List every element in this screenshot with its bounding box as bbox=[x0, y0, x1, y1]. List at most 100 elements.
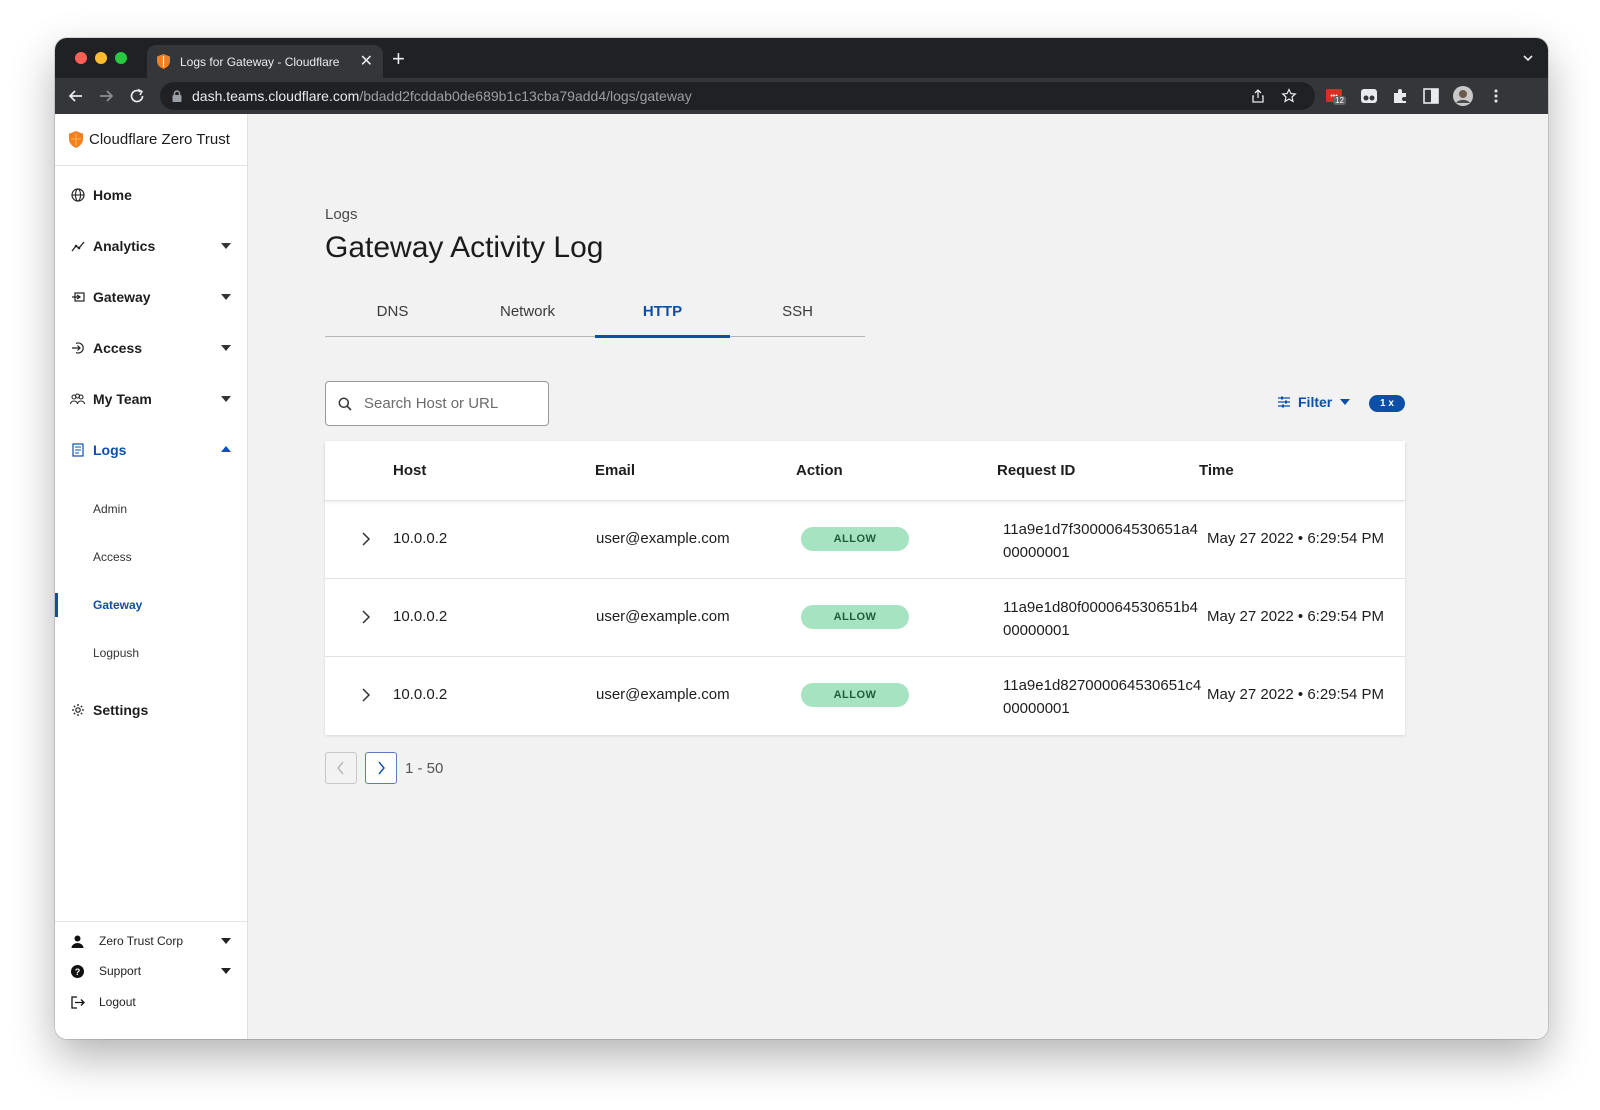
url-path: /bdadd2fcddab0de689b1c13cba79add4/logs/g… bbox=[359, 88, 692, 104]
sidebar-subitem-admin[interactable]: Admin bbox=[55, 497, 247, 521]
sidebar: Cloudflare Zero Trust Home Analytics Gat… bbox=[55, 114, 248, 1039]
browser-tab-active[interactable]: Logs for Gateway - Cloudflare ✕ bbox=[147, 45, 383, 78]
gear-icon bbox=[70, 703, 85, 718]
search-icon bbox=[338, 397, 352, 411]
cell-host: 10.0.0.2 bbox=[393, 608, 448, 625]
filter-sliders-icon bbox=[1278, 396, 1290, 408]
cell-host: 10.0.0.2 bbox=[393, 686, 448, 703]
chevron-right-icon[interactable] bbox=[359, 531, 373, 547]
maximize-window-button[interactable] bbox=[115, 52, 127, 64]
cell-request-id: 11a9e1d827000064530651c400000001 bbox=[1003, 677, 1202, 717]
sidebar-item-analytics[interactable]: Analytics bbox=[55, 232, 247, 260]
minimize-window-button[interactable] bbox=[95, 52, 107, 64]
cell-email: user@example.com bbox=[596, 608, 730, 625]
tab-network[interactable]: Network bbox=[460, 300, 595, 337]
table-row[interactable]: 10.0.0.2 user@example.com ALLOW 11a9e1d8… bbox=[325, 579, 1405, 657]
filter-button[interactable]: Filter bbox=[1278, 394, 1351, 410]
back-arrow-icon[interactable] bbox=[67, 87, 85, 105]
url-host: dash.teams.cloudflare.com bbox=[192, 88, 360, 104]
side-panel-icon[interactable] bbox=[1422, 87, 1440, 105]
logout-button[interactable]: Logout bbox=[55, 990, 247, 1014]
chevron-right-icon bbox=[378, 761, 385, 775]
sidebar-item-access[interactable]: Access bbox=[55, 334, 247, 362]
browser-window: Logs for Gateway - Cloudflare ✕ + dash.t… bbox=[55, 38, 1548, 1039]
tab-search-chevron-icon[interactable] bbox=[1522, 52, 1534, 64]
sidebar-subitem-access[interactable]: Access bbox=[55, 545, 247, 569]
active-indicator bbox=[55, 593, 58, 617]
team-icon bbox=[70, 392, 85, 407]
chevron-down-icon[interactable] bbox=[221, 345, 231, 351]
chevron-up-icon[interactable] bbox=[221, 446, 231, 452]
browser-tab-title: Logs for Gateway - Cloudflare bbox=[180, 54, 340, 69]
chevron-down-icon[interactable] bbox=[221, 968, 231, 974]
previous-page-button[interactable] bbox=[325, 752, 357, 784]
cell-email: user@example.com bbox=[596, 686, 730, 703]
page-title: Gateway Activity Log bbox=[325, 231, 604, 264]
search-input[interactable] bbox=[364, 395, 534, 412]
filter-label: Filter bbox=[1298, 394, 1333, 410]
analytics-icon bbox=[70, 239, 85, 254]
cell-host: 10.0.0.2 bbox=[393, 530, 448, 547]
reload-icon[interactable] bbox=[128, 87, 146, 105]
sidebar-item-logs[interactable]: Logs bbox=[55, 436, 247, 464]
bookmark-star-icon[interactable] bbox=[1281, 88, 1297, 104]
tab-dns[interactable]: DNS bbox=[325, 300, 460, 337]
access-icon bbox=[70, 341, 85, 356]
forward-arrow-icon[interactable] bbox=[97, 87, 115, 105]
chevron-right-icon[interactable] bbox=[359, 687, 373, 703]
log-type-tabs: DNS Network HTTP SSH bbox=[325, 300, 865, 338]
chevron-down-icon[interactable] bbox=[221, 294, 231, 300]
user-icon bbox=[70, 934, 85, 949]
sidebar-item-label: Home bbox=[93, 187, 132, 203]
page-range: 1 - 50 bbox=[405, 759, 444, 777]
account-menu[interactable]: Zero Trust Corp bbox=[55, 929, 247, 953]
table-row[interactable]: 10.0.0.2 user@example.com ALLOW 11a9e1d7… bbox=[325, 501, 1405, 579]
tab-http[interactable]: HTTP bbox=[595, 300, 730, 338]
chevron-down-icon bbox=[1340, 399, 1351, 405]
globe-icon bbox=[70, 188, 85, 203]
gateway-icon bbox=[70, 290, 85, 305]
sidebar-item-my-team[interactable]: My Team bbox=[55, 385, 247, 413]
sidebar-item-settings[interactable]: Settings bbox=[55, 696, 247, 724]
sidebar-item-label: Gateway bbox=[93, 289, 151, 305]
sidebar-subitem-logpush[interactable]: Logpush bbox=[55, 641, 247, 665]
incognito-extension-icon[interactable] bbox=[1360, 87, 1378, 105]
share-icon[interactable] bbox=[1250, 88, 1266, 104]
chevron-down-icon[interactable] bbox=[221, 243, 231, 249]
profile-avatar-icon[interactable] bbox=[1453, 86, 1473, 106]
chevron-down-icon[interactable] bbox=[221, 938, 231, 944]
new-tab-button[interactable]: + bbox=[392, 48, 405, 70]
close-window-button[interactable] bbox=[75, 52, 87, 64]
pagination: 1 - 50 bbox=[325, 752, 443, 784]
next-page-button[interactable] bbox=[365, 752, 397, 784]
table-row[interactable]: 10.0.0.2 user@example.com ALLOW 11a9e1d8… bbox=[325, 657, 1405, 735]
sidebar-item-gateway[interactable]: Gateway bbox=[55, 283, 247, 311]
sidebar-item-home[interactable]: Home bbox=[55, 181, 247, 209]
svg-text:?: ? bbox=[75, 967, 81, 977]
close-tab-icon[interactable]: ✕ bbox=[360, 53, 373, 70]
main-content: Logs Gateway Activity Log DNS Network HT… bbox=[248, 114, 1548, 1039]
puzzle-extensions-icon[interactable] bbox=[1391, 87, 1409, 105]
app-root: Cloudflare Zero Trust Home Analytics Gat… bbox=[55, 114, 1548, 1039]
action-badge: ALLOW bbox=[801, 683, 909, 707]
support-menu[interactable]: ? Support bbox=[55, 959, 247, 983]
chevron-down-icon[interactable] bbox=[221, 396, 231, 402]
sidebar-item-label: Access bbox=[93, 340, 143, 356]
more-menu-icon[interactable] bbox=[1487, 87, 1505, 105]
column-header-time: Time bbox=[1199, 462, 1234, 479]
lock-icon bbox=[172, 90, 182, 102]
brand-name: Cloudflare Zero Trust bbox=[89, 131, 230, 148]
speed-badge[interactable]: 1 x bbox=[1369, 395, 1405, 412]
chevron-right-icon[interactable] bbox=[359, 609, 373, 625]
cell-request-id: 11a9e1d80f000064530651b400000001 bbox=[1003, 599, 1198, 639]
sidebar-item-label: Settings bbox=[93, 702, 149, 718]
brand-header[interactable]: Cloudflare Zero Trust bbox=[55, 114, 247, 166]
cell-time: May 27 2022 • 6:29:54 PM bbox=[1207, 608, 1385, 625]
logs-table: Host Email Action Request ID Time 10.0.0… bbox=[325, 441, 1405, 735]
cell-email: user@example.com bbox=[596, 530, 730, 547]
column-header-action: Action bbox=[796, 462, 843, 479]
address-bar[interactable]: dash.teams.cloudflare.com/bdadd2fcddab0d… bbox=[160, 82, 1315, 110]
breadcrumb[interactable]: Logs bbox=[325, 206, 358, 223]
tab-ssh[interactable]: SSH bbox=[730, 300, 865, 337]
sidebar-subitem-gateway[interactable]: Gateway bbox=[55, 593, 247, 617]
